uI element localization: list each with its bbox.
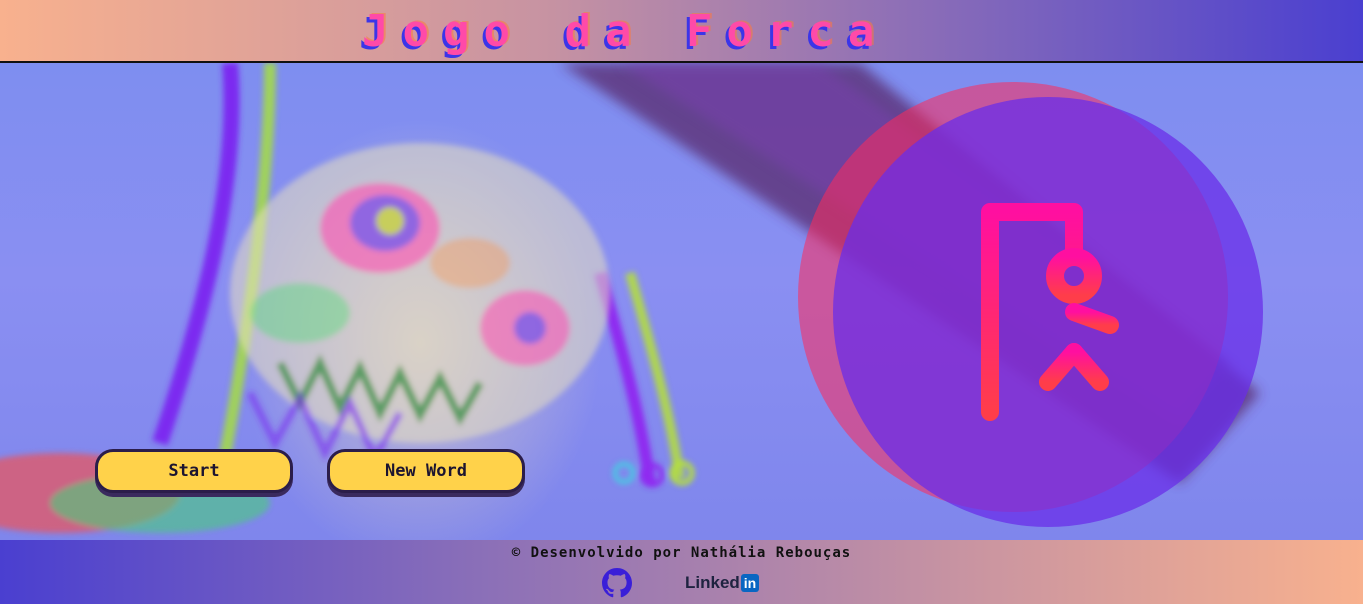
start-button[interactable]: Start: [95, 449, 293, 493]
linkedin-link[interactable]: Linked in: [685, 572, 760, 594]
linkedin-icon: in: [740, 574, 760, 592]
hangman-logo: [798, 62, 1268, 532]
new-word-button[interactable]: New Word: [327, 449, 525, 493]
linkedin-wordmark: Linked: [685, 573, 740, 592]
header-bar: Jogo da Forca: [0, 0, 1363, 63]
page-title: Jogo da Forca: [362, 6, 889, 57]
credit-text: © Desenvolvido por Nathália Rebouças: [511, 545, 852, 561]
footer-bar: © Desenvolvido por Nathália Rebouças Lin…: [0, 540, 1363, 604]
github-icon[interactable]: [602, 568, 632, 598]
